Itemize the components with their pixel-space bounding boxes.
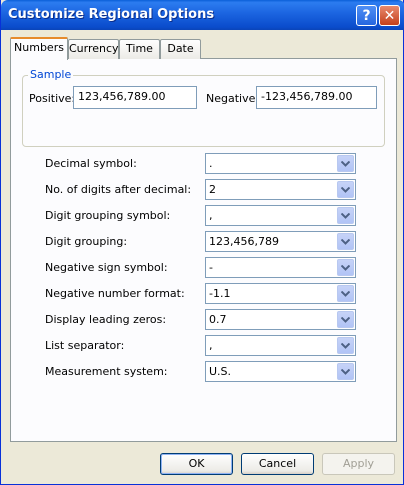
title-bar[interactable]: Customize Regional Options ? ✕ <box>1 0 404 30</box>
decimal-symbol-combo[interactable]: . <box>205 153 356 174</box>
combo-value: 2 <box>209 183 216 196</box>
chevron-down-icon[interactable] <box>337 181 354 198</box>
chevron-down-icon[interactable] <box>337 285 354 302</box>
negative-sign-symbol-combo[interactable]: - <box>205 257 356 278</box>
decimal-symbol-label: Decimal symbol: <box>45 157 137 170</box>
tab-label: Numbers <box>14 41 64 54</box>
combo-value: , <box>209 339 213 352</box>
apply-button[interactable]: Apply <box>322 453 395 475</box>
positive-label: Positive: <box>29 92 76 105</box>
tab-time[interactable]: Time <box>119 39 160 59</box>
close-icon: ✕ <box>383 7 396 24</box>
combo-value: . <box>209 157 213 170</box>
combo-value: -1.1 <box>209 287 231 300</box>
chevron-down-icon[interactable] <box>337 337 354 354</box>
combo-value: 0.7 <box>209 313 227 326</box>
digit-grouping-symbol-label: Digit grouping symbol: <box>45 209 171 222</box>
list-separator-combo[interactable]: , <box>205 335 356 356</box>
tab-label: Date <box>167 42 194 55</box>
window-title: Customize Regional Options <box>8 7 215 22</box>
display-leading-zeros-label: Display leading zeros: <box>45 313 167 326</box>
negative-number-format-label: Negative number format: <box>45 287 185 300</box>
chevron-down-icon[interactable] <box>337 207 354 224</box>
measurement-system-label: Measurement system: <box>45 365 168 378</box>
cancel-button[interactable]: Cancel <box>241 453 314 475</box>
chevron-down-icon[interactable] <box>337 259 354 276</box>
negative-sample-value: -123,456,789.00 <box>261 90 353 103</box>
dialog-window: Customize Regional Options ? ✕ Numbers C… <box>0 0 404 485</box>
chevron-down-icon[interactable] <box>337 311 354 328</box>
negative-sign-symbol-label: Negative sign symbol: <box>45 261 168 274</box>
combo-value: 123,456,789 <box>209 235 279 248</box>
combo-value: - <box>209 261 213 274</box>
negative-sample-field: -123,456,789.00 <box>256 86 377 109</box>
display-leading-zeros-combo[interactable]: 0.7 <box>205 309 356 330</box>
chevron-down-icon[interactable] <box>337 155 354 172</box>
combo-value: , <box>209 209 213 222</box>
chevron-down-icon[interactable] <box>337 233 354 250</box>
measurement-system-combo[interactable]: U.S. <box>205 361 356 382</box>
close-button[interactable]: ✕ <box>379 5 400 26</box>
tab-currency[interactable]: Currency <box>68 39 119 59</box>
negative-label: Negative: <box>206 92 260 105</box>
help-button[interactable]: ? <box>356 5 377 26</box>
help-icon: ? <box>362 7 371 24</box>
sample-group-title: Sample <box>28 68 74 81</box>
digit-grouping-combo[interactable]: 123,456,789 <box>205 231 356 252</box>
tab-date[interactable]: Date <box>160 39 201 59</box>
digit-grouping-label: Digit grouping: <box>45 235 128 248</box>
positive-sample-value: 123,456,789.00 <box>78 90 166 103</box>
tab-numbers[interactable]: Numbers <box>10 37 68 60</box>
positive-sample-field: 123,456,789.00 <box>73 86 197 109</box>
combo-value: U.S. <box>209 365 232 378</box>
digits-after-decimal-combo[interactable]: 2 <box>205 179 356 200</box>
negative-number-format-combo[interactable]: -1.1 <box>205 283 356 304</box>
tab-label: Time <box>126 42 153 55</box>
tab-label: Currency <box>69 42 119 55</box>
chevron-down-icon[interactable] <box>337 363 354 380</box>
digits-after-decimal-label: No. of digits after decimal: <box>45 183 192 196</box>
ok-button[interactable]: OK <box>160 453 233 475</box>
list-separator-label: List separator: <box>45 339 125 352</box>
digit-grouping-symbol-combo[interactable]: , <box>205 205 356 226</box>
